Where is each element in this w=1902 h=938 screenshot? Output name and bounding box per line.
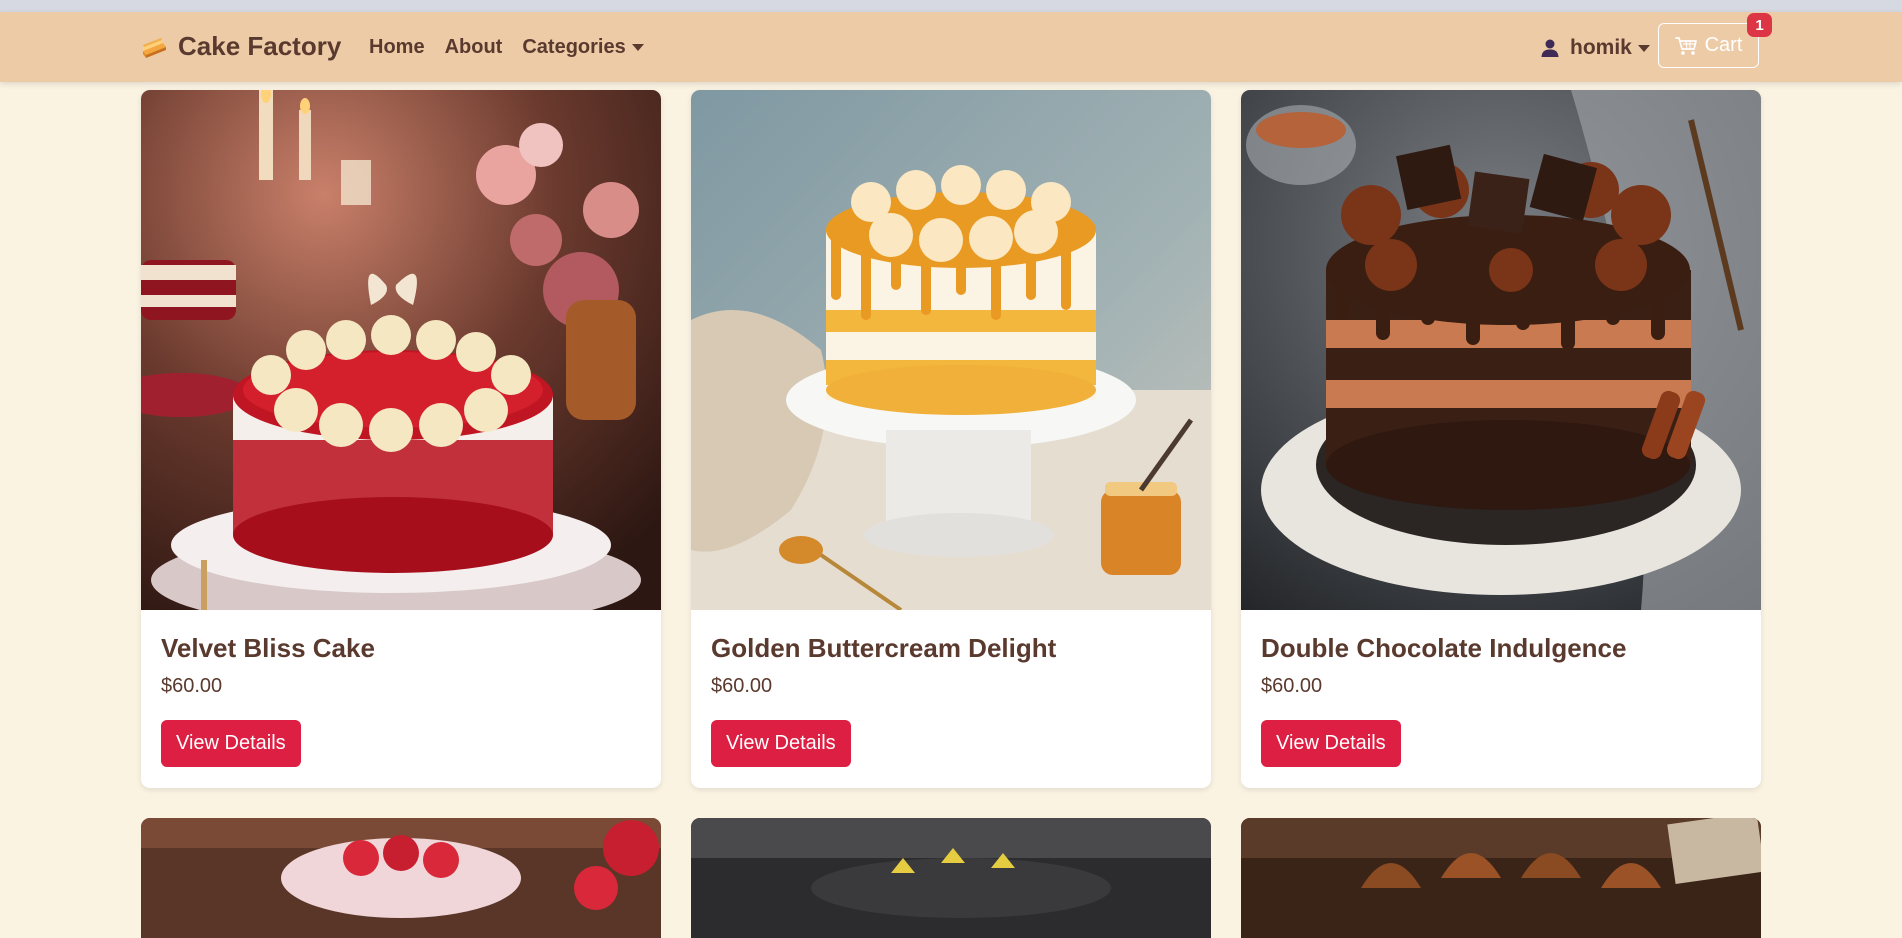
- navbar: Cake Factory Home About Categories homik…: [0, 12, 1902, 82]
- view-details-button[interactable]: View Details: [161, 720, 301, 767]
- view-details-button[interactable]: View Details: [1261, 720, 1401, 767]
- user-name-wrap: homik: [1570, 36, 1650, 60]
- cart-icon: [1674, 36, 1697, 55]
- caret-down-icon: [631, 44, 644, 51]
- product-image-strawberry[interactable]: [141, 818, 661, 938]
- product-price: $60.00: [1261, 675, 1323, 697]
- user-menu-dropdown[interactable]: homik: [1540, 36, 1650, 60]
- brand-name: Cake Factory: [178, 31, 342, 61]
- product-card: Double Chocolate Indulgence $60.00 View …: [1241, 90, 1761, 788]
- product-image-chocolate-kiss[interactable]: [1241, 818, 1761, 938]
- caret-down-icon: [1637, 44, 1650, 52]
- cart-button[interactable]: Cart 1: [1658, 13, 1772, 68]
- nav-categories-label: Categories: [522, 36, 626, 58]
- nav-about[interactable]: About: [445, 36, 503, 59]
- product-image-dark-cake[interactable]: [691, 818, 1211, 938]
- product-name: Double Chocolate Indulgence: [1261, 633, 1627, 663]
- product-price: $60.00: [161, 675, 223, 697]
- product-card: Golden Buttercream Delight $60.00 View D…: [691, 90, 1211, 788]
- nav-home[interactable]: Home: [369, 36, 425, 59]
- browser-top-strip: [0, 0, 1902, 12]
- cart-label: Cart: [1704, 34, 1743, 56]
- product-name: Velvet Bliss Cake: [161, 633, 375, 663]
- product-price: $60.00: [711, 675, 773, 697]
- cake-slice-icon: [143, 38, 166, 58]
- product-image-red-velvet[interactable]: [141, 90, 661, 610]
- user-name: homik: [1570, 36, 1632, 59]
- user-icon: [1541, 39, 1559, 57]
- nav-links: Home About Categories: [369, 36, 644, 59]
- nav-categories-dropdown[interactable]: Categories: [522, 36, 644, 59]
- product-image-golden-buttercream[interactable]: [691, 90, 1211, 610]
- cart-count-badge: 1: [1747, 13, 1772, 37]
- view-details-button[interactable]: View Details: [711, 720, 851, 767]
- product-name: Golden Buttercream Delight: [711, 633, 1057, 663]
- brand[interactable]: Cake Factory: [141, 31, 341, 62]
- product-image-double-chocolate[interactable]: [1241, 90, 1761, 610]
- product-card: Velvet Bliss Cake $60.00 View Details: [141, 90, 661, 788]
